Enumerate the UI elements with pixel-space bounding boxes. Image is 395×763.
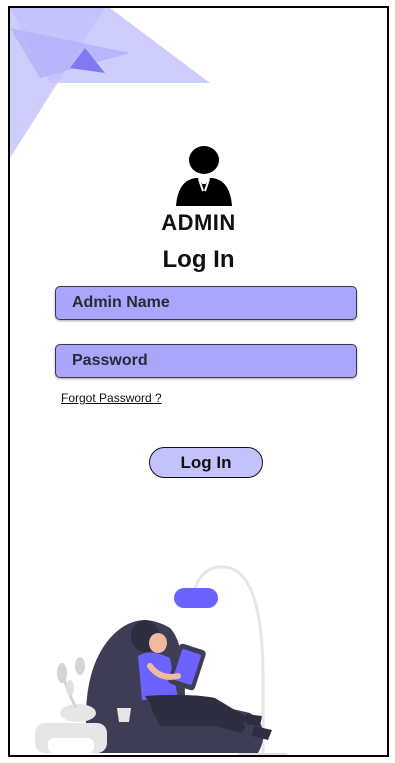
admin-name-input[interactable] (55, 286, 357, 320)
person-reading-illustration (35, 565, 288, 755)
login-button[interactable]: Log In (149, 447, 263, 478)
forgot-password-link[interactable]: Forgot Password ? (61, 391, 162, 405)
role-title: ADMIN (161, 210, 236, 235)
page-title: Log In (162, 246, 235, 273)
password-input[interactable] (55, 344, 357, 378)
login-screen: ADMIN Log In Forgot Password ? Log In (8, 6, 389, 757)
admin-user-icon (176, 146, 232, 206)
